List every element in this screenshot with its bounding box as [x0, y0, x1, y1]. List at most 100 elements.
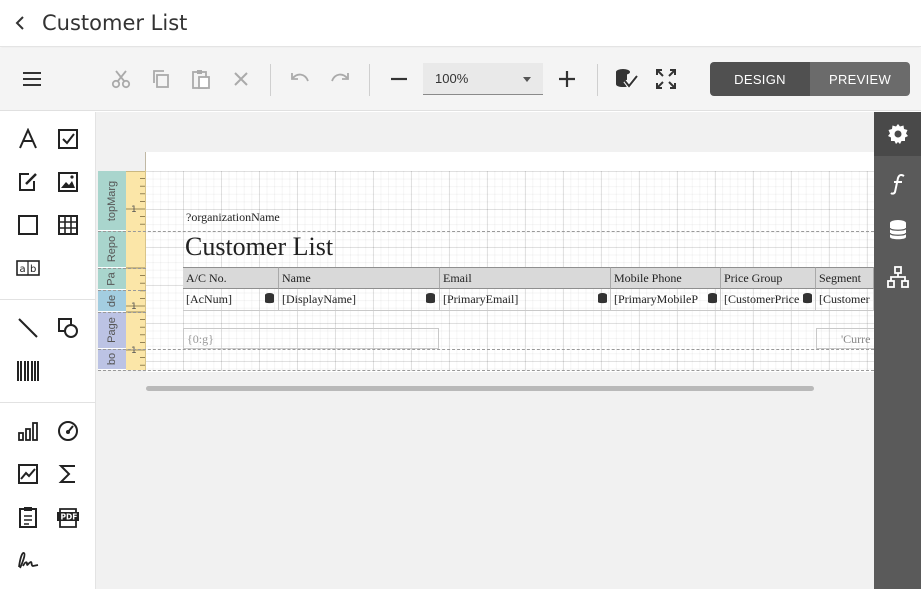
- band-separator: [98, 268, 146, 269]
- current-date-field[interactable]: 'Curre: [816, 328, 874, 349]
- edit-icon: [19, 173, 37, 191]
- pdf-icon: PDF: [57, 508, 79, 528]
- plus-icon: [559, 71, 575, 87]
- preview-tab[interactable]: PREVIEW: [810, 62, 910, 96]
- toolbar-separator: [597, 64, 598, 96]
- signature-icon: [18, 552, 39, 569]
- band-separator: [98, 349, 874, 350]
- field-list-tab[interactable]: [882, 214, 914, 246]
- tool-subreport[interactable]: [13, 502, 43, 532]
- rectangle-icon: [18, 215, 38, 235]
- toolbox: ab PDF: [0, 112, 96, 589]
- header-cell-mobile-phone[interactable]: Mobile Phone: [611, 267, 721, 289]
- validate-bindings-button[interactable]: [611, 64, 641, 94]
- undo-button[interactable]: [285, 64, 315, 94]
- app-header: Customer List: [0, 0, 921, 47]
- tool-picture[interactable]: [53, 167, 83, 197]
- gauge-icon: [58, 421, 78, 441]
- cut-button[interactable]: [106, 64, 136, 94]
- fullscreen-button[interactable]: [651, 64, 681, 94]
- line-chart-icon: [18, 464, 38, 484]
- table-grid-icon: [58, 215, 78, 235]
- detail-cell-displayname[interactable]: [DisplayName]: [279, 289, 440, 311]
- tool-barcode[interactable]: [13, 356, 43, 386]
- gear-icon: [887, 124, 908, 144]
- header-cell-price-group[interactable]: Price Group: [721, 267, 816, 289]
- band-report-header[interactable]: Repo: [98, 231, 126, 268]
- database-icon: [803, 293, 812, 304]
- line-icon: [18, 318, 38, 338]
- hamburger-icon: [23, 72, 41, 86]
- right-panel: [874, 112, 921, 589]
- copy-button[interactable]: [146, 64, 176, 94]
- zoom-value: 100%: [435, 71, 469, 86]
- tool-signature[interactable]: [13, 545, 43, 575]
- menu-button[interactable]: [17, 64, 47, 94]
- paste-button[interactable]: [186, 64, 216, 94]
- tool-label[interactable]: [13, 124, 43, 154]
- tool-table[interactable]: [53, 210, 83, 240]
- ab-field-icon: ab: [16, 260, 40, 276]
- detail-cell-customer-segment[interactable]: [Customer: [816, 289, 874, 311]
- bar-chart-icon: [18, 422, 38, 441]
- toolbox-divider: [0, 299, 96, 300]
- detail-cell-acnum[interactable]: [AcNum]: [183, 289, 279, 311]
- redo-button[interactable]: [325, 64, 355, 94]
- shapes-icon: [58, 318, 78, 338]
- header-cell-segment[interactable]: Segment: [816, 267, 874, 289]
- header-cell-email[interactable]: Email: [440, 267, 611, 289]
- barcode-icon: [17, 361, 39, 381]
- band-separator: [98, 370, 874, 371]
- header-cell-name[interactable]: Name: [279, 267, 440, 289]
- image-icon: [58, 172, 78, 192]
- tool-pdf-content[interactable]: PDF: [53, 502, 83, 532]
- design-tab[interactable]: DESIGN: [710, 62, 810, 96]
- back-button[interactable]: [0, 0, 42, 47]
- page-info-field[interactable]: {0:g}: [183, 328, 439, 349]
- org-name-field[interactable]: ?organizationName: [186, 210, 280, 225]
- band-separator: [98, 312, 146, 313]
- tool-gauge[interactable]: [53, 416, 83, 446]
- vertical-ruler: 1 1 1: [126, 171, 146, 370]
- properties-tab[interactable]: [874, 112, 921, 156]
- band-separator: [98, 290, 146, 291]
- toolbox-divider: [0, 402, 96, 403]
- header-cell-acno[interactable]: A/C No.: [183, 267, 279, 289]
- horizontal-scrollbar[interactable]: [146, 386, 814, 391]
- band-detail[interactable]: de: [98, 290, 126, 312]
- fullscreen-icon: [656, 69, 676, 89]
- function-icon: [890, 173, 905, 195]
- detail-cell-primaryemail[interactable]: [PrimaryEmail]: [440, 289, 611, 311]
- report-title[interactable]: Customer List: [185, 232, 333, 262]
- detail-cell-customerprice[interactable]: [CustomerPrice: [721, 289, 816, 311]
- tool-sparkline[interactable]: [13, 459, 43, 489]
- band-bottom-margin[interactable]: bo: [98, 349, 126, 370]
- band-page-footer[interactable]: Page: [98, 312, 126, 349]
- tool-rich-text[interactable]: [13, 167, 43, 197]
- tool-line[interactable]: [13, 313, 43, 343]
- undo-icon: [291, 73, 309, 82]
- report-designer: Customer List 100% DESIGN PREVIEW a b PD…: [0, 0, 921, 589]
- tool-character-comb[interactable]: ab: [13, 253, 43, 283]
- database-icon: [426, 293, 435, 304]
- delete-button[interactable]: [226, 64, 256, 94]
- zoom-out-button[interactable]: [384, 64, 414, 94]
- database-icon: [708, 293, 717, 304]
- tool-checkbox[interactable]: [53, 124, 83, 154]
- band-top-margin[interactable]: topMarg: [98, 171, 126, 231]
- tool-panel[interactable]: [13, 210, 43, 240]
- database-icon: [598, 293, 607, 304]
- svg-text:PDF: PDF: [61, 513, 78, 522]
- band-page-header[interactable]: Pa: [98, 268, 126, 290]
- svg-text:a: a: [20, 264, 26, 275]
- expressions-tab[interactable]: [882, 168, 914, 200]
- zoom-in-button[interactable]: [552, 64, 582, 94]
- tool-shape[interactable]: [53, 313, 83, 343]
- tool-summary[interactable]: [53, 459, 83, 489]
- detail-cell-primarymobile[interactable]: [PrimaryMobileP: [611, 289, 721, 311]
- tool-chart[interactable]: [13, 416, 43, 446]
- zoom-select[interactable]: 100%: [423, 63, 543, 95]
- chevron-left-icon: [15, 16, 24, 30]
- checkbox-icon: [58, 129, 78, 149]
- report-explorer-tab[interactable]: [882, 261, 914, 293]
